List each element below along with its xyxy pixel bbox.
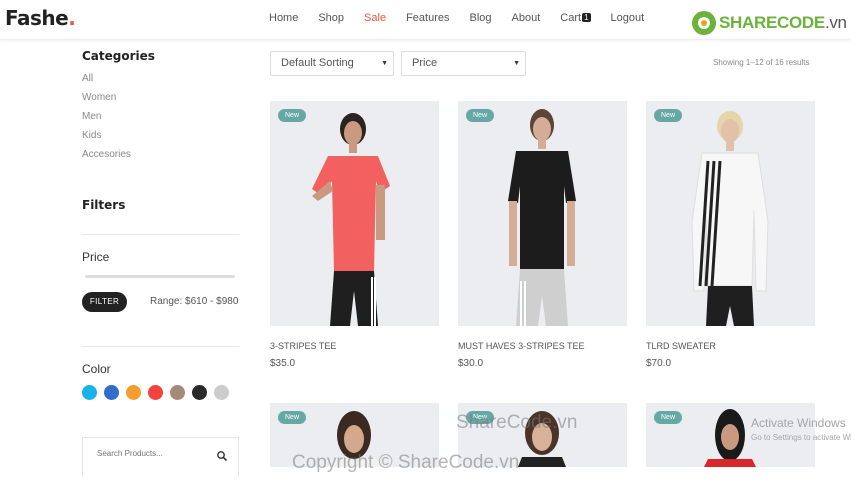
divider: [82, 234, 239, 235]
brand-dot: .: [68, 6, 76, 30]
sharecode-name: SHARECODE: [719, 13, 825, 32]
activate-windows-subtitle: Go to Settings to activate Windows.: [751, 433, 851, 442]
color-swatch[interactable]: [82, 385, 97, 400]
product-name[interactable]: MUST HAVES 3-STRIPES TEE: [458, 341, 585, 351]
category-women[interactable]: Women: [82, 91, 131, 110]
category-men[interactable]: Men: [82, 110, 131, 129]
nav-shop[interactable]: Shop: [318, 12, 344, 24]
nav-features[interactable]: Features: [406, 12, 449, 24]
product-card[interactable]: New MUST HAVES 3-STRIPES TEE $30.0: [458, 101, 627, 369]
sort-select-value: Default Sorting: [281, 57, 354, 69]
color-swatch[interactable]: [214, 385, 229, 400]
product-card[interactable]: New 3-STRIPES TEE $35.0: [270, 101, 439, 369]
category-kids[interactable]: Kids: [82, 129, 131, 148]
filters-heading: Filters: [82, 198, 126, 212]
color-swatch[interactable]: [192, 385, 207, 400]
divider: [82, 346, 239, 347]
price-range-slider[interactable]: [85, 275, 235, 278]
new-badge: New: [654, 411, 683, 424]
new-badge: New: [654, 109, 683, 122]
top-header: Fashe. Home Shop Sale Features Blog Abou…: [0, 0, 851, 40]
results-count: Showing 1–12 of 16 results: [713, 58, 810, 67]
product-name[interactable]: 3-STRIPES TEE: [270, 341, 336, 351]
product-price: $35.0: [270, 358, 296, 369]
nav-logout[interactable]: Logout: [611, 12, 645, 24]
price-select[interactable]: Price ▼: [401, 51, 526, 76]
color-swatch[interactable]: [104, 385, 119, 400]
category-accessories[interactable]: Accesories: [82, 148, 131, 167]
nav-blog[interactable]: Blog: [470, 12, 492, 24]
product-image[interactable]: New: [270, 101, 439, 326]
brand-name: Fashe: [5, 6, 69, 30]
category-all[interactable]: All: [82, 72, 131, 91]
new-badge: New: [278, 109, 307, 122]
color-filter-label: Color: [82, 362, 111, 376]
nav-home[interactable]: Home: [269, 12, 298, 24]
nav-cart-label: Cart: [560, 12, 582, 24]
sharecode-watermark: ShareCode.vn: [456, 412, 578, 433]
product-image[interactable]: New: [646, 101, 815, 326]
color-swatch[interactable]: [170, 385, 185, 400]
brand-logo[interactable]: Fashe.: [5, 6, 76, 30]
search-products-input[interactable]: [97, 449, 212, 458]
category-list: All Women Men Kids Accesories: [82, 72, 131, 167]
price-select-value: Price: [412, 57, 438, 69]
product-card[interactable]: New TLRD SWEATER $70.0: [646, 101, 815, 369]
categories-heading: Categories: [82, 49, 155, 63]
product-price: $70.0: [646, 358, 672, 369]
cart-count-badge: 1: [582, 13, 591, 22]
main-nav: Home Shop Sale Features Blog About Cart 1…: [269, 12, 664, 24]
product-name[interactable]: TLRD SWEATER: [646, 341, 716, 351]
sharecode-logo: SHARECODE.vn: [692, 11, 847, 35]
color-swatch[interactable]: [126, 385, 141, 400]
product-photo-white-sweater: [691, 111, 769, 326]
search-products-box: [82, 437, 239, 477]
sort-select[interactable]: Default Sorting ▼: [270, 51, 394, 76]
nav-cart[interactable]: Cart 1: [560, 12, 591, 24]
color-swatch[interactable]: [148, 385, 163, 400]
nav-about[interactable]: About: [512, 12, 541, 24]
new-badge: New: [466, 109, 495, 122]
activate-windows-notice: Activate Windows Go to Settings to activ…: [751, 416, 851, 442]
copyright-watermark: Copyright © ShareCode.vn: [292, 452, 520, 473]
chevron-down-icon: ▼: [381, 60, 388, 67]
sharecode-logo-text: SHARECODE.vn: [719, 13, 847, 33]
chevron-down-icon: ▼: [513, 60, 520, 67]
color-swatches: [82, 385, 229, 400]
activate-windows-title: Activate Windows: [751, 416, 846, 430]
nav-sale[interactable]: Sale: [364, 12, 386, 24]
product-photo-black-tee: [508, 109, 576, 326]
product-photo-red-tee: [312, 113, 390, 326]
product-image[interactable]: New: [458, 101, 627, 326]
price-filter-label: Price: [82, 250, 110, 264]
product-price: $30.0: [458, 358, 484, 369]
sharecode-tld: .vn: [824, 13, 847, 32]
price-range-text: Range: $610 - $980: [150, 296, 239, 307]
search-icon[interactable]: [216, 450, 228, 462]
new-badge: New: [278, 411, 307, 424]
sharecode-emblem-icon: [692, 11, 716, 35]
filter-button[interactable]: FILTER: [82, 292, 127, 312]
